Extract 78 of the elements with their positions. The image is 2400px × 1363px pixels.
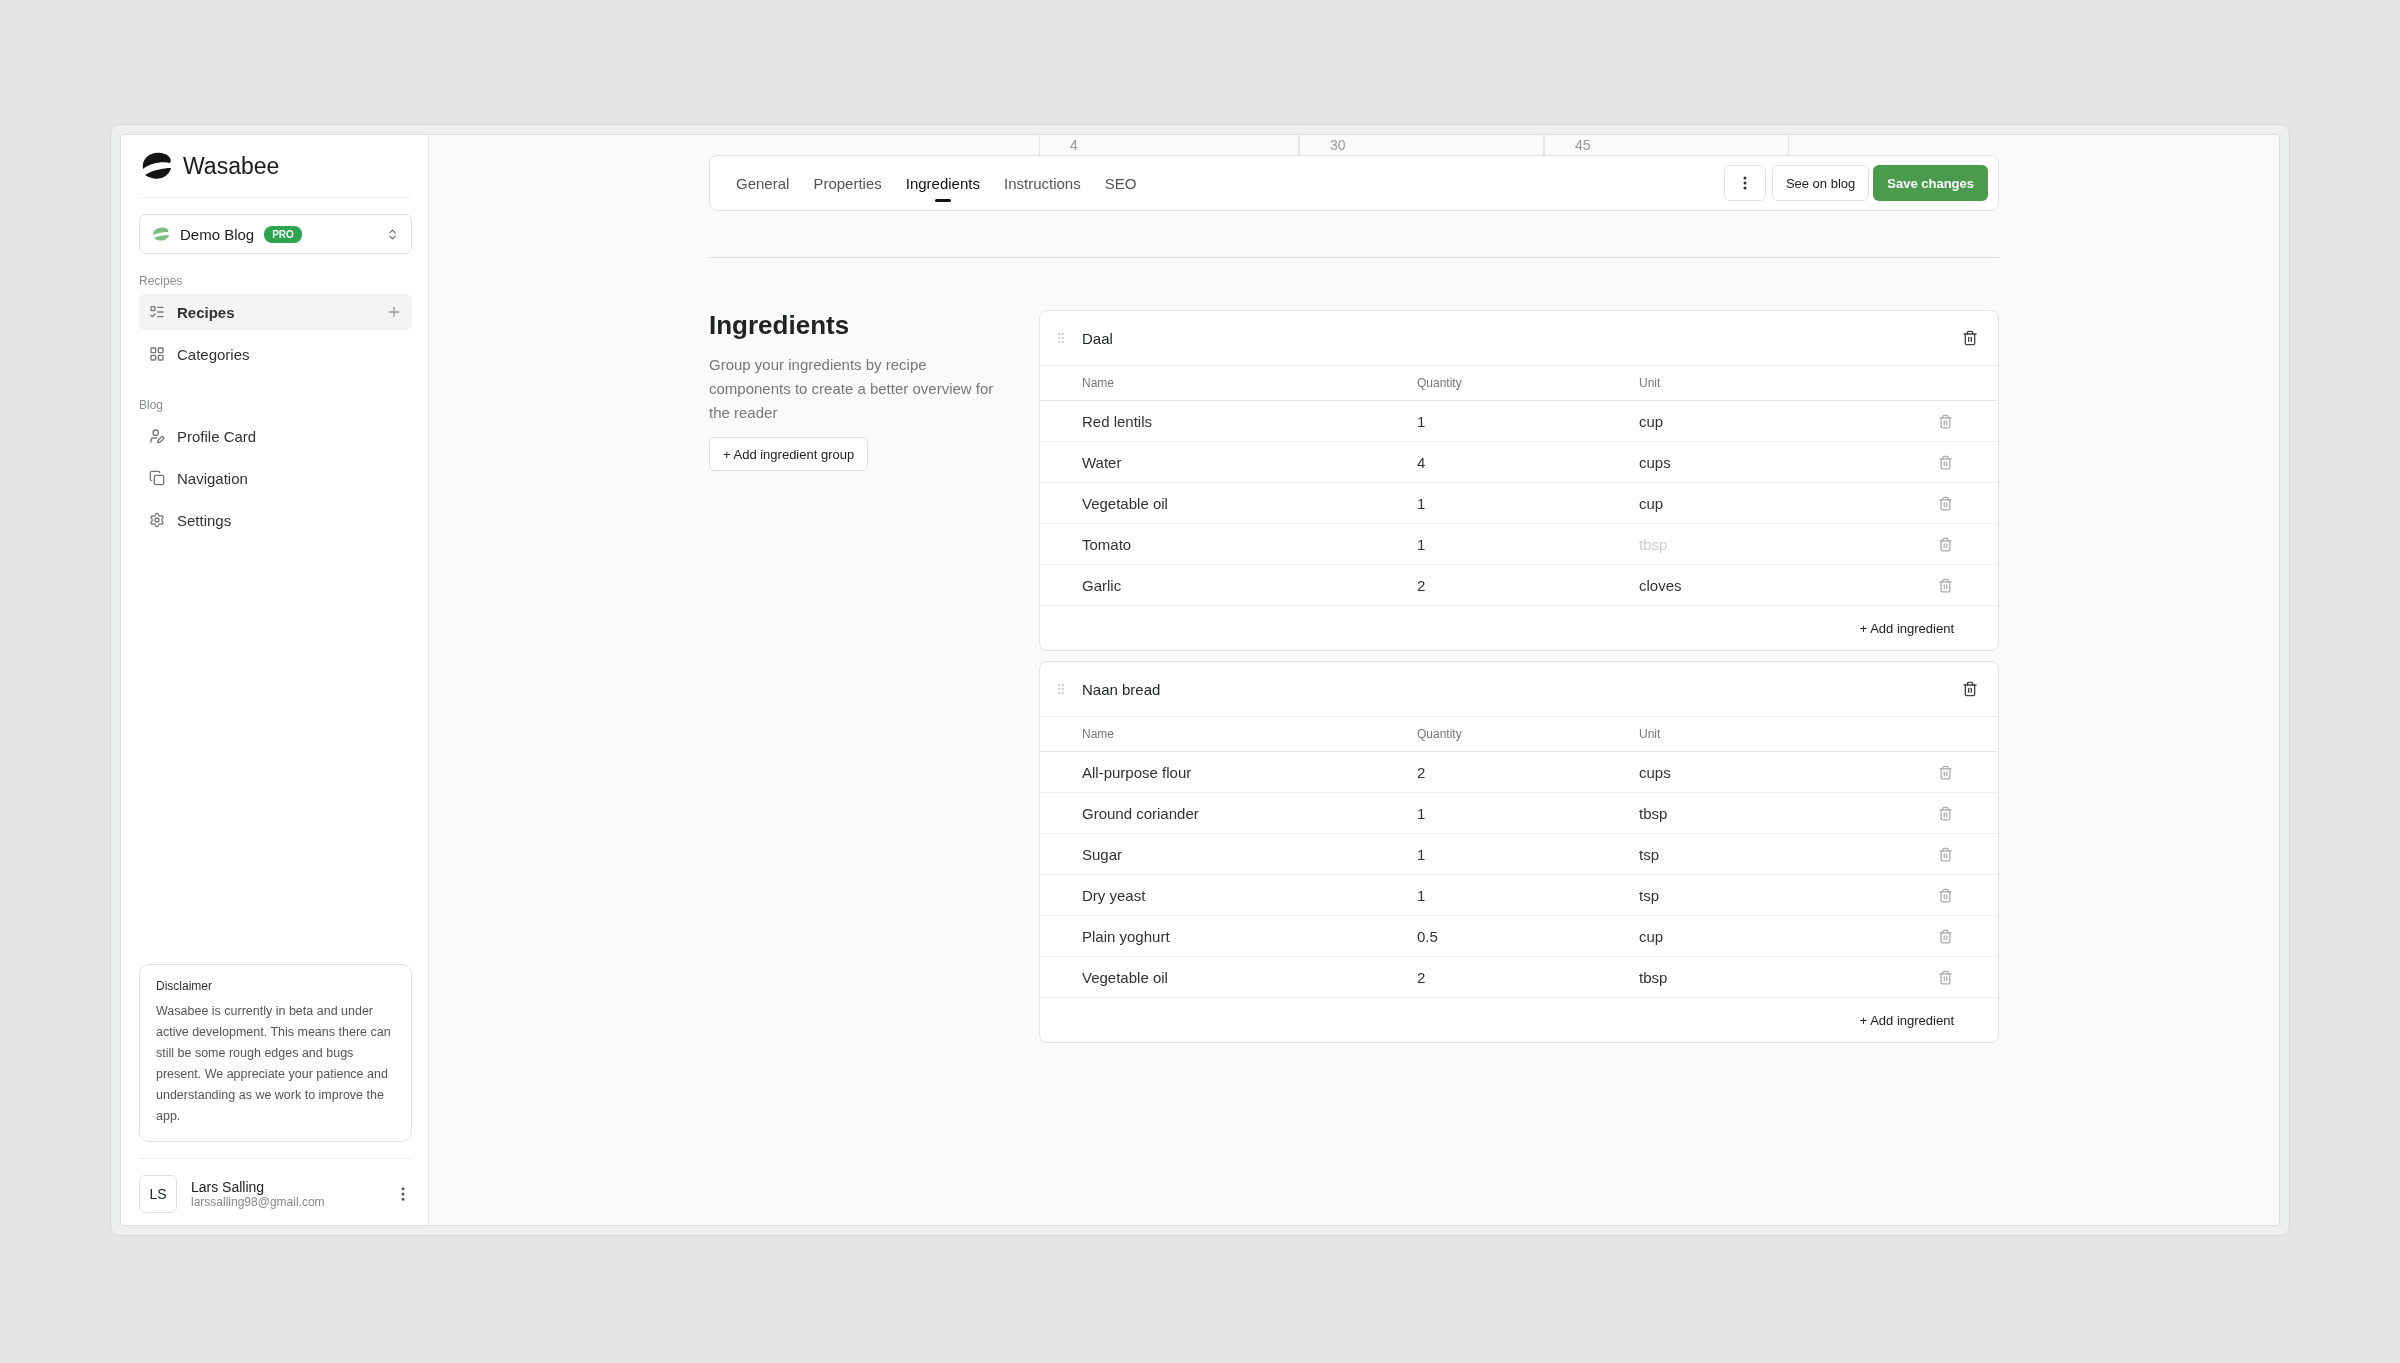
table-cell-text: 1 xyxy=(1417,535,1427,553)
nav-item[interactable]: Recipes xyxy=(139,294,412,330)
table-cell-text: cups xyxy=(1639,763,1672,781)
table-cell-text: Water xyxy=(1082,453,1123,471)
table-cell-text: 2 xyxy=(1417,763,1427,781)
table-cell-text: 2 xyxy=(1417,576,1427,594)
workspace-icon xyxy=(152,226,170,242)
table-cell-text: Tomato xyxy=(1082,535,1133,553)
column-header: Quantity xyxy=(1417,376,1463,390)
user-email: larssalling98@gmail.com xyxy=(191,1195,326,1209)
table-cell-text: Plain yoghurt xyxy=(1082,927,1171,945)
list-icon xyxy=(149,304,165,320)
table-cell-text: 2 xyxy=(1417,968,1427,986)
more-icon xyxy=(1742,176,1747,190)
tab[interactable]: General xyxy=(736,156,802,210)
tab[interactable]: Ingredients xyxy=(893,156,992,210)
section-title: Ingredients xyxy=(709,310,851,341)
table-cell-text: tbsp xyxy=(1639,968,1669,986)
trash-icon[interactable] xyxy=(1962,330,1978,346)
table-cell-text: Vegetable oil xyxy=(1082,494,1169,512)
table-cell-text: tbsp xyxy=(1639,804,1669,822)
workspace-switcher[interactable]: Demo Blog PRO xyxy=(139,214,412,254)
nav-item[interactable]: Navigation xyxy=(139,460,412,496)
table-cell-text: 1 xyxy=(1417,804,1427,822)
table-cell-text: cup xyxy=(1639,927,1665,945)
chevrons-icon xyxy=(386,227,399,241)
table-cell-text: cloves xyxy=(1639,576,1683,594)
disclaimer-text: Wasabee is currently in beta and under active development. This means there can still be some rough edges and bugs present. We appreciate your patience and understanding as we work to improve the app. xyxy=(156,1003,392,1125)
table-cell-text: 4 xyxy=(1417,453,1427,471)
table-cell-text: cup xyxy=(1639,494,1665,512)
table-cell-text: 1 xyxy=(1417,845,1427,863)
table-cell-text: Ground coriander xyxy=(1082,804,1200,822)
table-cell-text: 1 xyxy=(1417,886,1427,904)
tab[interactable]: Instructions xyxy=(991,156,1093,210)
group-name: Naan bread xyxy=(1082,680,1162,698)
user-icon xyxy=(149,428,165,444)
tab[interactable]: Properties xyxy=(801,156,894,210)
table-cell-text: cup xyxy=(1639,412,1665,430)
column-header: Name xyxy=(1082,727,1115,741)
section-description: Group your ingredients by recipe components to create a better overview for the reader xyxy=(709,355,995,423)
trash-icon[interactable] xyxy=(1962,681,1978,697)
nav-item[interactable]: Settings xyxy=(139,502,412,538)
see-on-blog-button[interactable]: See on blog xyxy=(1771,165,1870,201)
add-group-button[interactable]: + Add ingredient group xyxy=(709,437,869,471)
section-label: Recipes xyxy=(139,274,184,288)
plus-icon[interactable] xyxy=(386,304,402,320)
table-cell-text: Dry yeast xyxy=(1082,886,1147,904)
more-button[interactable] xyxy=(1723,165,1766,201)
disclaimer-title: Disclaimer xyxy=(156,979,213,993)
nav-item[interactable]: Profile Card xyxy=(139,418,412,454)
add-ingredient-button[interactable]: + Add ingredient xyxy=(1853,619,1960,637)
table-cell-text: Red lentils xyxy=(1082,412,1154,430)
settings-icon xyxy=(149,512,165,528)
table-cell-text: tsp xyxy=(1639,886,1660,904)
table-cell-text: 1 xyxy=(1417,412,1427,430)
section-label: Blog xyxy=(139,398,165,412)
column-header: Name xyxy=(1082,376,1115,390)
table-cell-text: cups xyxy=(1639,453,1672,471)
table-cell-text: tsp xyxy=(1639,845,1660,863)
user-name: Lars Salling xyxy=(191,1179,266,1195)
tab[interactable]: SEO xyxy=(1092,156,1149,210)
table-cell-text: All-purpose flour xyxy=(1082,763,1193,781)
group-name: Daal xyxy=(1082,329,1114,347)
add-ingredient-button[interactable]: + Add ingredient xyxy=(1853,1011,1960,1029)
column-header: Quantity xyxy=(1417,727,1463,741)
table-cell-text: Sugar xyxy=(1082,845,1124,863)
table-cell-text: 1 xyxy=(1417,494,1427,512)
copy-icon xyxy=(149,470,165,486)
column-header: Unit xyxy=(1639,376,1662,390)
user-avatar: LS xyxy=(139,1175,177,1213)
table-cell-text: 0.5 xyxy=(1417,927,1439,945)
table-cell-text: Vegetable oil xyxy=(1082,968,1169,986)
grid-icon xyxy=(149,346,165,362)
table-cell-text: Garlic xyxy=(1082,576,1123,594)
nav-item[interactable]: Categories xyxy=(139,336,412,372)
brand-name: Wasabee xyxy=(183,152,280,180)
column-header: Unit xyxy=(1639,727,1662,741)
pro-badge: PRO xyxy=(264,225,302,243)
